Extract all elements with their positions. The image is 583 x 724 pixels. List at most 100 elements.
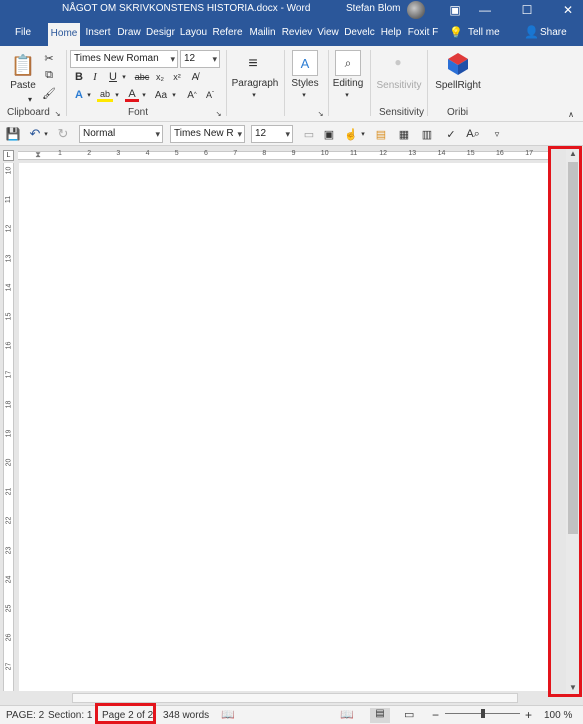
tab-help[interactable]: Help — [378, 20, 404, 46]
page-count-status[interactable]: Page 2 of 2 — [102, 710, 153, 721]
picture-icon[interactable]: ▣ — [322, 127, 336, 141]
zoom-out-icon[interactable]: − — [432, 708, 439, 722]
subscript-icon[interactable]: x₂ — [153, 71, 167, 83]
new-page-icon[interactable]: ▤ — [374, 127, 388, 141]
grow-font-icon[interactable]: A ^ — [186, 88, 198, 102]
minimize-icon[interactable]: — — [470, 0, 500, 20]
horizontal-ruler[interactable]: L ⧗ 1 2 3 4 5 6 7 8 9 10 11 12 13 14 15 16 17 — [0, 147, 583, 163]
word-count-status[interactable]: 348 words — [163, 710, 209, 721]
style-combo[interactable]: Normal ▾ — [79, 125, 163, 143]
cut-icon[interactable]: ✂ — [42, 51, 56, 65]
touch-mode-icon[interactable]: ☝ — [344, 127, 358, 141]
page-number-status[interactable]: PAGE: 2 — [6, 710, 44, 721]
collapse-ribbon-icon[interactable]: ∧ — [566, 109, 576, 119]
paragraph-icon[interactable]: ≡ — [241, 52, 265, 76]
font-color-dropdown-icon[interactable]: ▾ — [140, 88, 148, 102]
highlight-dropdown-icon[interactable]: ▾ — [113, 88, 121, 102]
styles-dropdown-icon[interactable]: ▾ — [300, 90, 308, 100]
clipboard-launcher-icon[interactable]: ↘ — [53, 109, 62, 118]
indent-marker-icon[interactable]: ⧗ — [34, 149, 42, 161]
scroll-thumb[interactable] — [568, 162, 578, 534]
vertical-scrollbar[interactable]: ▲ ▼ — [566, 148, 580, 694]
editing-button[interactable]: Editing — [330, 78, 366, 89]
paste-button[interactable]: Paste — [8, 80, 38, 91]
spelling-icon[interactable]: ✓ — [444, 127, 458, 141]
tab-insert[interactable]: Insert — [83, 20, 113, 46]
scroll-down-icon[interactable]: ▼ — [566, 682, 580, 694]
strikethrough-icon[interactable]: abc — [134, 71, 150, 83]
zoom-in-icon[interactable]: + — [525, 708, 532, 722]
vertical-ruler[interactable]: 10 11 12 13 14 15 16 17 18 19 20 21 22 23 24 25 26 27 — [3, 163, 14, 691]
spellright-icon[interactable] — [446, 52, 470, 76]
styles-icon[interactable]: A — [292, 50, 318, 76]
underline-icon[interactable]: U — [107, 71, 119, 83]
paragraph-dropdown-icon[interactable]: ▾ — [250, 90, 258, 100]
undo-dropdown-icon[interactable]: ▾ — [42, 127, 50, 141]
tell-me-search[interactable]: Tell me — [468, 20, 500, 46]
tab-home[interactable]: Home — [48, 23, 80, 46]
search-text-icon[interactable]: A⌕ — [466, 127, 480, 141]
styles-button[interactable]: Styles — [288, 78, 322, 89]
qat-font-combo[interactable]: Times New R ▾ — [170, 125, 245, 143]
change-case-icon[interactable]: Aa — [151, 88, 171, 102]
close-icon[interactable]: ✕ — [553, 0, 583, 20]
read-mode-icon[interactable]: 📖 — [340, 708, 354, 721]
paragraph-button[interactable]: Paragraph — [230, 78, 280, 89]
undo-icon[interactable]: ↶ — [28, 126, 42, 141]
tab-references[interactable]: Refere — [211, 20, 244, 46]
tab-mailings[interactable]: Mailin — [246, 20, 279, 46]
highlight-icon[interactable]: ab — [97, 88, 113, 102]
bold-icon[interactable]: B — [73, 71, 85, 83]
lightbulb-icon[interactable]: 💡 — [449, 26, 463, 39]
scroll-up-icon[interactable]: ▲ — [566, 148, 580, 160]
editing-dropdown-icon[interactable]: ▾ — [343, 90, 351, 100]
table-icon[interactable]: ▦ — [397, 127, 411, 141]
tab-draw[interactable]: Draw — [115, 20, 143, 46]
italic-icon[interactable]: I — [89, 71, 101, 83]
shrink-font-icon[interactable]: Aˇ — [204, 88, 216, 102]
share-person-icon[interactable]: 👤 — [524, 25, 539, 39]
print-layout-icon[interactable]: ▤ — [370, 708, 390, 723]
share-button[interactable]: Share — [540, 20, 567, 46]
change-case-dropdown-icon[interactable]: ▾ — [170, 88, 178, 102]
tab-developer[interactable]: Develc — [343, 20, 376, 46]
tab-view[interactable]: View — [315, 20, 341, 46]
print-icon[interactable]: ▥ — [420, 127, 434, 141]
tab-layout[interactable]: Layou — [178, 20, 209, 46]
styles-launcher-icon[interactable]: ↘ — [316, 109, 325, 118]
document-icon[interactable]: ▭ — [302, 127, 316, 141]
spellright-button[interactable]: SpellRight — [432, 80, 484, 91]
underline-dropdown-icon[interactable]: ▾ — [120, 71, 128, 83]
document-page[interactable] — [19, 163, 549, 691]
font-size-combo[interactable]: 12 ▾ — [180, 50, 220, 68]
tab-foxit[interactable]: Foxit F — [406, 20, 440, 46]
maximize-icon[interactable]: ☐ — [512, 0, 542, 20]
user-avatar[interactable] — [407, 1, 425, 19]
tab-selector-icon[interactable]: L — [3, 150, 14, 161]
tab-file[interactable]: File — [10, 20, 36, 46]
text-effects-dropdown-icon[interactable]: ▾ — [85, 88, 93, 102]
proofing-icon[interactable]: 📖 — [221, 708, 235, 721]
font-name-combo[interactable]: Times New Roman ▾ — [70, 50, 178, 68]
zoom-level[interactable]: 100 % — [544, 710, 572, 721]
font-launcher-icon[interactable]: ↘ — [214, 109, 223, 118]
save-icon[interactable]: 💾 — [6, 127, 21, 141]
web-layout-icon[interactable]: ▭ — [404, 708, 414, 721]
text-effects-icon[interactable]: A — [72, 88, 86, 102]
paste-dropdown-icon[interactable]: ▾ — [25, 94, 35, 104]
user-name[interactable]: Stefan Blom — [346, 3, 400, 14]
zoom-slider-knob[interactable] — [481, 709, 485, 718]
customize-qat-icon[interactable]: ▿ — [491, 127, 503, 141]
qat-size-combo[interactable]: 12 ▾ — [251, 125, 293, 143]
tab-design[interactable]: Desigr — [145, 20, 176, 46]
format-painter-icon[interactable]: 🖌 — [42, 86, 56, 100]
ribbon-display-icon[interactable]: ▣ — [440, 0, 470, 20]
superscript-icon[interactable]: x² — [170, 71, 184, 83]
horizontal-scrollbar[interactable] — [72, 693, 518, 703]
section-status[interactable]: Section: 1 — [48, 710, 92, 721]
tab-review[interactable]: Reviev — [281, 20, 313, 46]
copy-icon[interactable]: ⧉ — [42, 68, 56, 82]
find-icon[interactable]: ⌕ — [335, 50, 361, 76]
clear-formatting-icon[interactable]: A̸ — [188, 70, 202, 84]
paste-icon[interactable]: 📋 — [10, 52, 36, 78]
